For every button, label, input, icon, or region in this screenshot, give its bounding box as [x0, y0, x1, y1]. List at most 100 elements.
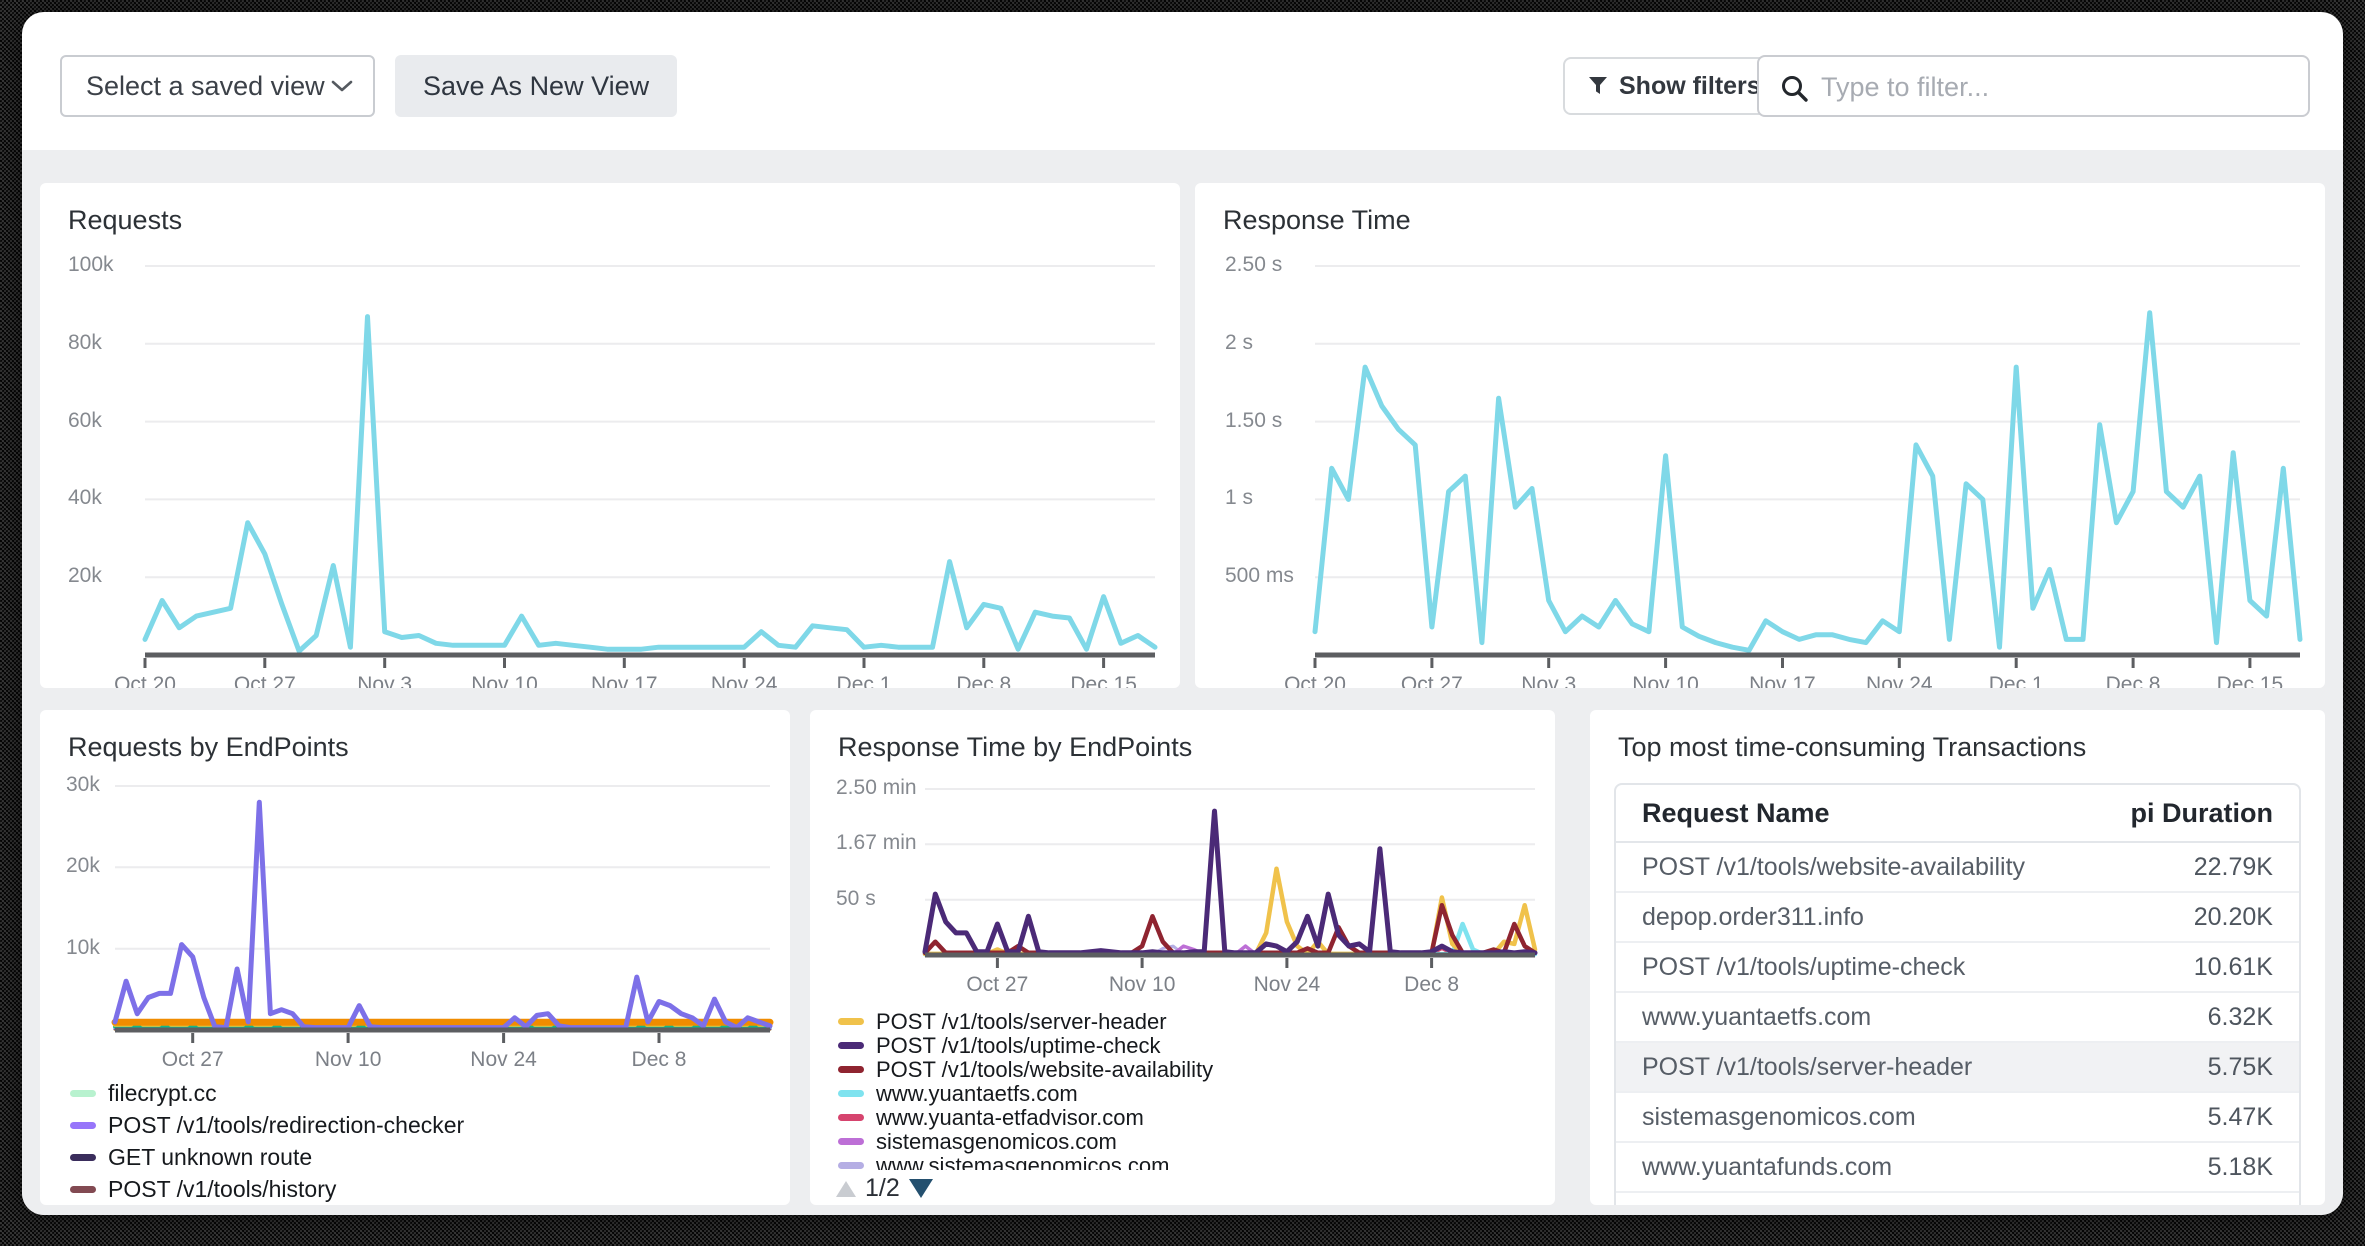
legend-label: POST /v1/tools/redirection-checker: [108, 1112, 464, 1139]
duration-cell: 5.75K: [2208, 1053, 2273, 1082]
table-header: Request Name pi Duration: [1616, 785, 2299, 843]
legend-label: www.yuantaetfs.com: [876, 1081, 1078, 1107]
legend-item[interactable]: POST /v1/tools/website-availability: [838, 1058, 1518, 1081]
response-time-by-endpoints-card: Response Time by EndPoints 2.50 min1.67 …: [810, 710, 1555, 1205]
legend-swatch-icon: [838, 1042, 864, 1049]
table-row[interactable]: POST /v1/tools/server-header 5.75K: [1616, 1043, 2299, 1093]
triangle-up-icon[interactable]: [836, 1181, 856, 1197]
duration-cell: 5.47K: [2208, 1103, 2273, 1132]
x-axis-label: Nov 17: [591, 673, 658, 688]
y-axis-label: 1.67 min: [836, 831, 917, 855]
duration-cell: 5.18K: [2208, 1153, 2273, 1182]
y-axis-label: 2 s: [1225, 331, 1253, 355]
legend-clip: POST /v1/tools/server-headerPOST /v1/too…: [838, 1010, 1518, 1170]
table-row[interactable]: POST /v1/tools/website-availability22.79…: [1616, 843, 2299, 893]
legend-item[interactable]: sistemasgenomicos.com: [838, 1130, 1518, 1153]
legend-item[interactable]: POST /v1/tools/history: [70, 1176, 336, 1203]
legend-item[interactable]: POST /v1/tools/redirection-checker: [70, 1112, 464, 1139]
requests-card: Requests 100k80k60k40k20kOct 20Oct 27Nov…: [40, 183, 1180, 688]
y-axis-label: 1 s: [1225, 486, 1253, 510]
legend-item[interactable]: www.yuantaetfs.com: [838, 1082, 1518, 1105]
magnifier-icon: [1779, 73, 1809, 103]
legend-swatch-icon: [70, 1186, 96, 1193]
table-row[interactable]: depop.order311.info20.20K: [1616, 893, 2299, 943]
requests-endpoints-legend: filecrypt.cc POST /v1/tools/redirection-c…: [70, 1080, 556, 1205]
legend-label: POST /v1/tools/history: [108, 1176, 336, 1203]
x-axis-label: Nov 24: [1866, 673, 1933, 688]
x-axis-label: Nov 24: [711, 673, 778, 688]
x-axis-label: Nov 10: [471, 673, 538, 688]
transactions-table: Request Name pi Duration POST /v1/tools/…: [1614, 783, 2301, 1205]
x-axis-label: Nov 10: [315, 1048, 382, 1072]
x-axis-label: Oct 27: [234, 673, 296, 688]
y-axis-label: 60k: [68, 409, 102, 433]
legend-item[interactable]: www.sistemasgenomicos.com: [838, 1154, 1518, 1170]
x-axis-label: Nov 24: [1254, 973, 1321, 997]
filter-search: [1757, 55, 2310, 117]
table-title: Top most time-consuming Transactions: [1618, 732, 2086, 763]
legend-swatch-icon: [838, 1138, 864, 1145]
filter-search-input[interactable]: [1819, 57, 2303, 117]
y-axis-label: 2.50 min: [836, 776, 917, 800]
y-axis-label: 30k: [66, 773, 100, 797]
x-axis-label: Dec 1: [837, 673, 892, 688]
table-body: POST /v1/tools/website-availability22.79…: [1616, 843, 2299, 1205]
response-time-chart: 2.50 s2 s1.50 s1 s500 msOct 20Oct 27Nov …: [1195, 183, 2325, 688]
legend-label: www.sistemasgenomicos.com: [876, 1153, 1169, 1171]
x-axis-label: Oct 27: [966, 973, 1028, 997]
legend-swatch-icon: [838, 1090, 864, 1097]
legend-item[interactable]: POST /v1/tools/server-header: [838, 1010, 1518, 1033]
saved-view-select-value: Select a saved view: [86, 71, 325, 102]
table-row[interactable]: www.yuantafunds.com 5.18K: [1616, 1143, 2299, 1193]
legend-item[interactable]: filecrypt.cc: [70, 1080, 217, 1107]
legend-swatch-icon: [838, 1066, 864, 1073]
x-axis-label: Nov 17: [1749, 673, 1816, 688]
x-axis-label: Nov 3: [357, 673, 412, 688]
x-axis-label: Nov 10: [1632, 673, 1699, 688]
legend-item[interactable]: www.yuanta-etfadvisor.com: [838, 1106, 1518, 1129]
y-axis-label: 40k: [68, 486, 102, 510]
y-axis-label: 80k: [68, 331, 102, 355]
request-name-cell: www.yuantafunds.com: [1642, 1153, 1892, 1182]
legend-item[interactable]: GET unknown route: [70, 1144, 312, 1171]
y-axis-label: 20k: [66, 854, 100, 878]
request-name-cell: POST /v1/tools/server-header: [1642, 1053, 1972, 1082]
save-as-new-view-button[interactable]: Save As New View: [395, 55, 677, 117]
x-axis-label: Nov 10: [1109, 973, 1176, 997]
request-name-cell: POST /v1/tools/website-availability: [1642, 853, 2025, 882]
x-axis-label: Dec 8: [956, 673, 1011, 688]
y-axis-label: 500 ms: [1225, 564, 1294, 588]
x-axis-label: Dec 8: [632, 1048, 687, 1072]
legend-label: POST /v1/tools/website-availability: [876, 1057, 1213, 1083]
chart-plot: [1315, 266, 2300, 669]
legend-swatch-icon: [70, 1154, 96, 1161]
legend-label: www.yuanta-etfadvisor.com: [876, 1105, 1144, 1131]
chart-plot: [145, 266, 1155, 669]
column-duration[interactable]: pi Duration: [2131, 798, 2274, 829]
y-axis-label: 10k: [66, 936, 100, 960]
y-axis-label: 50 s: [836, 887, 876, 911]
column-request-name: Request Name: [1642, 798, 1830, 829]
table-row[interactable]: www.yuantaetfs.com6.32K: [1616, 993, 2299, 1043]
transactions-card: Top most time-consuming Transactions Req…: [1590, 710, 2325, 1205]
table-row[interactable]: www.sistemasgenomicos.com3.22K: [1616, 1193, 2299, 1205]
duration-cell: 6.32K: [2208, 1003, 2273, 1032]
request-name-cell: depop.order311.info: [1642, 903, 1864, 932]
legend-label: POST /v1/tools/server-header: [876, 1010, 1167, 1035]
legend-label: sistemasgenomicos.com: [876, 1129, 1117, 1155]
x-axis-label: Nov 3: [1521, 673, 1576, 688]
table-row[interactable]: POST /v1/tools/uptime-check10.61K: [1616, 943, 2299, 993]
triangle-down-icon[interactable]: [909, 1179, 933, 1198]
requests-by-endpoints-card: Requests by EndPoints 30k20k10kOct 27Nov…: [40, 710, 790, 1205]
y-axis-label: 2.50 s: [1225, 253, 1282, 277]
saved-view-select[interactable]: Select a saved view: [60, 55, 375, 117]
chart-plot: [925, 789, 1535, 969]
legend-label: GET unknown route: [108, 1144, 312, 1171]
show-filters-label: Show filters: [1619, 72, 1761, 101]
legend-item[interactable]: POST /v1/tools/uptime-check: [838, 1034, 1518, 1057]
legend-label: filecrypt.cc: [108, 1080, 217, 1107]
table-row[interactable]: sistemasgenomicos.com5.47K: [1616, 1093, 2299, 1143]
x-axis-label: Dec 8: [2106, 673, 2161, 688]
show-filters-button[interactable]: Show filters: [1563, 57, 1785, 115]
x-axis-label: Oct 20: [114, 673, 176, 688]
